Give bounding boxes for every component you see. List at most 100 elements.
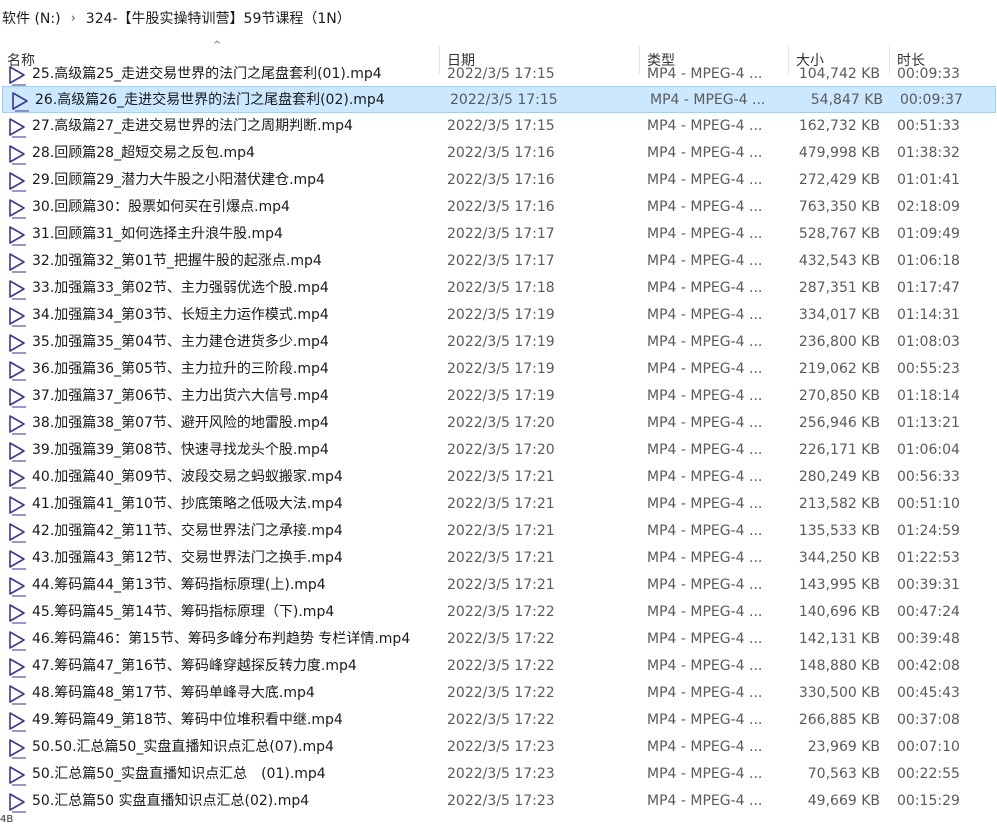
file-row[interactable]: 50.汇总篇50 实盘直播知识点汇总(02).mp4 2022/3/5 17:23… [0,788,997,815]
file-date: 2022/3/5 17:21 [447,577,555,593]
file-date: 2022/3/5 17:16 [447,145,555,161]
file-row[interactable]: 41.加强篇41_第10节、抄底策略之低吸大法.mp4 2022/3/5 17:2… [0,491,997,518]
file-size: 270,850 KB [798,388,880,404]
file-duration: 00:07:10 [897,739,960,755]
file-size: 479,998 KB [798,145,880,161]
file-name: 26.高级篇26_走进交易世界的法门之尾盘套利(02).mp4 [35,92,385,108]
file-date: 2022/3/5 17:21 [447,523,555,539]
file-row[interactable]: 42.加强篇42_第11节、交易世界法门之承接.mp4 2022/3/5 17:2… [0,518,997,545]
file-size: 236,800 KB [798,334,880,350]
file-row[interactable]: 48.筹码篇48_第17节、筹码单峰寻大底.mp4 2022/3/5 17:22 M… [0,680,997,707]
file-row[interactable]: 49.筹码篇49_第18节、筹码中位堆积看中继.mp4 2022/3/5 17:2… [0,707,997,734]
file-name: 46.筹码篇46：第15节、筹码多峰分布判趋势 专栏详情.mp4 [32,631,411,647]
file-row[interactable]: 36.加强篇36_第05节、主力拉升的三阶段.mp4 2022/3/5 17:19… [0,356,997,383]
file-date: 2022/3/5 17:23 [447,793,555,809]
file-type: MP4 - MPEG-4 ... [647,172,763,188]
file-size: 148,880 KB [798,658,880,674]
file-size: 763,350 KB [798,199,880,215]
video-file-icon [9,496,26,516]
file-size: 334,017 KB [798,307,880,323]
file-row[interactable]: 50.汇总篇50_实盘直播知识点汇总 (01).mp4 2022/3/5 17:2… [0,761,997,788]
file-size: 266,885 KB [798,712,880,728]
video-file-icon [9,307,26,327]
video-file-icon [9,145,26,165]
file-name: 49.筹码篇49_第18节、筹码中位堆积看中继.mp4 [32,712,343,728]
file-row[interactable]: 29.回顾篇29_潜力大牛股之小阳潜伏建仓.mp4 2022/3/5 17:16 M… [0,167,997,194]
file-row[interactable]: 46.筹码篇46：第15节、筹码多峰分布判趋势 专栏详情.mp4 2022/3/5… [0,626,997,653]
file-row[interactable]: 47.筹码篇47_第16节、筹码峰穿越探反转力度.mp4 2022/3/5 17:… [0,653,997,680]
file-type: MP4 - MPEG-4 ... [647,604,763,620]
file-row[interactable]: 45.筹码篇45_第14节、筹码指标原理（下).mp4 2022/3/5 17:2… [0,599,997,626]
video-file-icon [9,658,26,678]
file-duration: 00:37:08 [897,712,960,728]
file-date: 2022/3/5 17:17 [447,226,555,242]
file-row[interactable]: 44.筹码篇44_第13节、筹码指标原理(上).mp4 2022/3/5 17:2… [0,572,997,599]
file-duration: 01:38:32 [897,145,960,161]
file-row[interactable]: 30.回顾篇30：股票如何买在引爆点.mp4 2022/3/5 17:16 MP4 … [0,194,997,221]
file-row[interactable]: 28.回顾篇28_超短交易之反包.mp4 2022/3/5 17:16 MP4 - … [0,140,997,167]
video-file-icon [9,577,26,597]
file-row-selected[interactable]: 26.高级篇26_走进交易世界的法门之尾盘套利(02).mp4 2022/3/5 … [2,86,996,113]
file-duration: 01:14:31 [897,307,960,323]
file-duration: 00:47:24 [897,604,960,620]
file-row[interactable]: 34.加强篇34_第03节、长短主力运作模式.mp4 2022/3/5 17:19… [0,302,997,329]
file-name: 45.筹码篇45_第14节、筹码指标原理（下).mp4 [32,604,335,620]
file-size: 330,500 KB [798,685,880,701]
file-size: 432,543 KB [798,253,880,269]
file-row[interactable]: 37.加强篇37_第06节、主力出货六大信号.mp4 2022/3/5 17:19… [0,383,997,410]
file-duration: 00:51:10 [897,496,960,512]
file-name: 48.筹码篇48_第17节、筹码单峰寻大底.mp4 [32,685,315,701]
file-duration: 00:45:43 [897,685,960,701]
file-name: 27.高级篇27_走进交易世界的法门之周期判断.mp4 [32,118,353,134]
file-type: MP4 - MPEG-4 ... [647,199,763,215]
file-type: MP4 - MPEG-4 ... [647,415,763,431]
file-date: 2022/3/5 17:21 [447,496,555,512]
video-file-icon [9,604,26,624]
file-row[interactable]: 31.回顾篇31_如何选择主升浪牛股.mp4 2022/3/5 17:17 MP4 … [0,221,997,248]
file-row[interactable]: 39.加强篇39_第08节、快速寻找龙头个股.mp4 2022/3/5 17:20… [0,437,997,464]
file-duration: 00:42:08 [897,658,960,674]
file-date: 2022/3/5 17:16 [447,199,555,215]
file-row[interactable]: 50.50.汇总篇50_实盘直播知识点汇总(07).mp4 2022/3/5 17… [0,734,997,761]
file-row[interactable]: 25.高级篇25_走进交易世界的法门之尾盘套利(01).mp4 2022/3/5… [0,62,997,88]
file-date: 2022/3/5 17:22 [447,658,555,674]
file-size: 162,732 KB [798,118,880,134]
file-type: MP4 - MPEG-4 ... [647,334,763,350]
file-list[interactable]: 25.高级篇25_走进交易世界的法门之尾盘套利(01).mp4 2022/3/5… [0,62,997,822]
file-duration: 01:17:47 [897,280,960,296]
file-size: 528,767 KB [798,226,880,242]
file-name: 44.筹码篇44_第13节、筹码指标原理(上).mp4 [32,577,326,593]
video-file-icon [12,92,29,112]
breadcrumb-drive[interactable]: 软件 (N:) [0,8,63,28]
file-type: MP4 - MPEG-4 ... [647,280,763,296]
file-type: MP4 - MPEG-4 ... [647,118,763,134]
file-row[interactable]: 35.加强篇35_第04节、主力建仓进货多少.mp4 2022/3/5 17:19… [0,329,997,356]
file-date: 2022/3/5 17:17 [447,253,555,269]
file-size: 70,563 KB [807,766,880,782]
file-duration: 00:39:48 [897,631,960,647]
file-type: MP4 - MPEG-4 ... [647,253,763,269]
file-row[interactable]: 33.加强篇33_第02节、主力强弱优选个股.mp4 2022/3/5 17:18… [0,275,997,302]
file-date: 2022/3/5 17:22 [447,712,555,728]
file-name: 29.回顾篇29_潜力大牛股之小阳潜伏建仓.mp4 [32,172,325,188]
file-row[interactable]: 40.加强篇40_第09节、波段交易之蚂蚁搬家.mp4 2022/3/5 17:2… [0,464,997,491]
video-file-icon [9,766,26,786]
video-file-icon [9,66,26,86]
breadcrumb-folder[interactable]: 324-【牛股实操特训营】59节课程（1N） [84,8,353,28]
file-type: MP4 - MPEG-4 ... [647,226,763,242]
video-file-icon [9,685,26,705]
file-row[interactable]: 38.加强篇38_第07节、避开风险的地雷股.mp4 2022/3/5 17:20… [0,410,997,437]
video-file-icon [9,442,26,462]
file-type: MP4 - MPEG-4 ... [647,685,763,701]
video-file-icon [9,226,26,246]
file-date: 2022/3/5 17:15 [447,118,555,134]
file-size: 287,351 KB [798,280,880,296]
file-size: 226,171 KB [798,442,880,458]
file-name: 43.加强篇43_第12节、交易世界法门之换手.mp4 [32,550,343,566]
file-date: 2022/3/5 17:22 [447,631,555,647]
file-row[interactable]: 27.高级篇27_走进交易世界的法门之周期判断.mp4 2022/3/5 17:1… [0,113,997,140]
file-row[interactable]: 43.加强篇43_第12节、交易世界法门之换手.mp4 2022/3/5 17:2… [0,545,997,572]
file-duration: 00:09:33 [897,66,960,82]
file-name: 38.加强篇38_第07节、避开风险的地雷股.mp4 [32,415,329,431]
file-row[interactable]: 32.加强篇32_第01节_把握牛股的起涨点.mp4 2022/3/5 17:17… [0,248,997,275]
